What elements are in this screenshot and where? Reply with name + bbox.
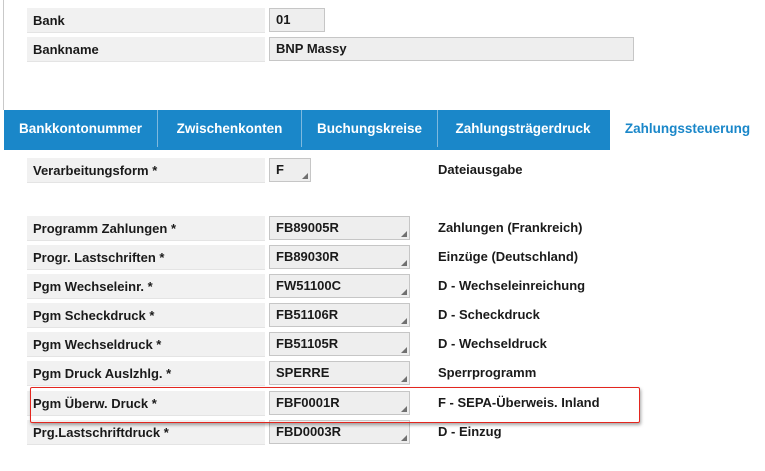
verarbeitungsform-label: Verarbeitungsform * (27, 158, 265, 183)
bankname-label: Bankname (27, 37, 265, 62)
progr-lastschriften-description: Einzüge (Deutschland) (438, 249, 579, 264)
prg-lastschriftdruck-dropdown[interactable]: FBD0003R (269, 420, 410, 444)
pgm-scheckdruck-description: D - Scheckdruck (438, 307, 540, 322)
bank-label: Bank (27, 8, 265, 33)
pgm-wechseleinr-description: D - Wechseleinreichung (438, 278, 586, 293)
bankname-field[interactable]: BNP Massy (269, 37, 634, 61)
programm-zahlungen-label: Programm Zahlungen * (27, 216, 265, 241)
tab-zahlungstraegerdruck[interactable]: Zahlungsträgerdruck (438, 110, 608, 147)
pgm-wechseldruck-dropdown[interactable]: FB51105R (269, 332, 410, 356)
pgm-wechseleinr-dropdown[interactable]: FW51100C (269, 274, 410, 298)
highlight-frame (30, 387, 640, 423)
pgm-scheckdruck-dropdown[interactable]: FB51106R (269, 303, 410, 327)
pgm-scheckdruck-label: Pgm Scheckdruck * (27, 303, 265, 328)
tab-bankkontonummer[interactable]: Bankkontonummer (4, 110, 158, 147)
progr-lastschriften-label: Progr. Lastschriften * (27, 245, 265, 270)
programm-zahlungen-description: Zahlungen (Frankreich) (438, 220, 583, 235)
pgm-wechseleinr-label: Pgm Wechseleinr. * (27, 274, 265, 299)
bank-field[interactable]: 01 (269, 8, 325, 32)
pgm-druck-auslzhlg-description: Sperrprogramm (438, 365, 537, 380)
pgm-druck-auslzhlg-dropdown[interactable]: SPERRE (269, 361, 410, 385)
tab-bar: Bankkontonummer Zwischenkonten Buchungsk… (4, 110, 765, 150)
tab-zahlungssteuerung[interactable]: Zahlungssteuerung (610, 110, 765, 150)
verarbeitungsform-description: Dateiausgabe (438, 162, 523, 177)
tab-zwischenkonten[interactable]: Zwischenkonten (158, 110, 302, 147)
verarbeitungsform-dropdown[interactable]: F (269, 158, 311, 182)
progr-lastschriften-dropdown[interactable]: FB89030R (269, 245, 410, 269)
pgm-druck-auslzhlg-label: Pgm Druck Auslzhlg. * (27, 361, 265, 386)
prg-lastschriftdruck-label: Prg.Lastschriftdruck * (27, 420, 265, 445)
pgm-wechseldruck-label: Pgm Wechseldruck * (27, 332, 265, 357)
pgm-wechseldruck-description: D - Wechseldruck (438, 336, 547, 351)
programm-zahlungen-dropdown[interactable]: FB89005R (269, 216, 410, 240)
left-divider (3, 0, 4, 110)
tab-buchungskreise[interactable]: Buchungskreise (302, 110, 438, 147)
